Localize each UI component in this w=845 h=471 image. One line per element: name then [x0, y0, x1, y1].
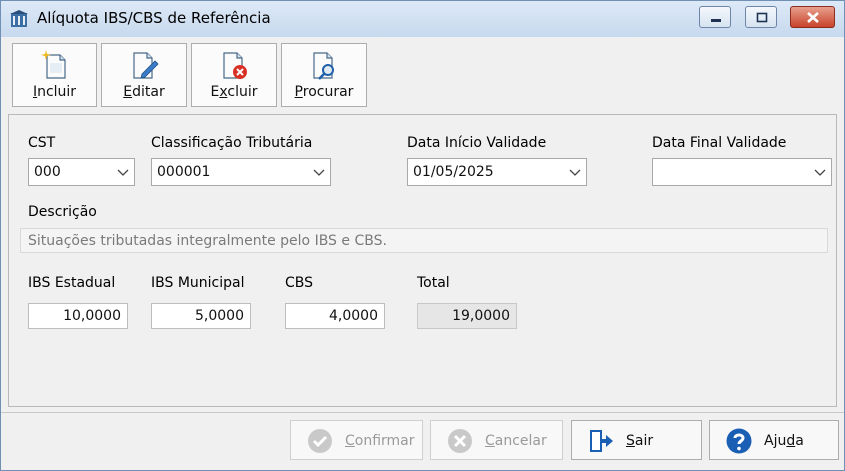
data-inicio-label: Data Início Validade [407, 135, 547, 151]
total-field: 19,0000 [417, 303, 517, 329]
data-inicio-picker[interactable]: 01/05/2025 [407, 158, 587, 186]
classificacao-label: Classificação Tributária [151, 135, 313, 151]
sair-button[interactable]: Sair [571, 420, 702, 460]
incluir-button[interactable]: Incluir [12, 43, 97, 107]
chevron-down-icon [313, 169, 325, 176]
minimize-icon [711, 19, 721, 22]
cbs-input[interactable]: 4,0000 [285, 303, 385, 329]
excluir-button[interactable]: Excluir [191, 43, 277, 107]
cst-label: CST [28, 135, 56, 151]
cst-value: 000 [34, 164, 61, 180]
descricao-label: Descrição [28, 204, 97, 220]
editar-button[interactable]: Editar [101, 43, 187, 107]
classificacao-value: 000001 [157, 164, 211, 180]
procurar-label: Procurar [294, 84, 354, 100]
excluir-label: Excluir [210, 84, 258, 100]
editar-label: Editar [123, 84, 165, 100]
total-label: Total [417, 275, 450, 291]
cancelar-button[interactable]: Cancelar [430, 420, 563, 460]
cbs-value: 4,0000 [329, 308, 378, 324]
chevron-down-icon [814, 169, 826, 176]
footer-divider [1, 412, 844, 413]
ibs-municipal-value: 5,0000 [195, 308, 244, 324]
x-circle-icon [448, 429, 472, 453]
incluir-label: Incluir [32, 84, 77, 100]
ibs-municipal-input[interactable]: 5,0000 [151, 303, 251, 329]
sair-label: Sair [626, 433, 654, 449]
chevron-down-icon [569, 169, 581, 176]
data-inicio-value: 01/05/2025 [413, 164, 494, 180]
cancelar-label: Cancelar [485, 433, 547, 449]
descricao-value: Situações tributadas integralmente pelo … [28, 233, 387, 249]
exit-door-icon [590, 430, 613, 452]
data-final-label: Data Final Validade [652, 135, 787, 151]
ibs-estadual-value: 10,0000 [63, 308, 121, 324]
ibs-estadual-input[interactable]: 10,0000 [28, 303, 128, 329]
title-bar[interactable]: Alíquota IBS/CBS de Referência [1, 1, 844, 37]
close-icon [807, 12, 819, 23]
window-title: Alíquota IBS/CBS de Referência [37, 9, 271, 27]
cbs-label: CBS [285, 275, 314, 291]
total-value: 19,0000 [452, 308, 510, 324]
classificacao-select[interactable]: 000001 [151, 158, 331, 186]
data-final-picker[interactable] [652, 158, 832, 186]
dialog-window: Alíquota IBS/CBS de Referência Incluir E… [0, 0, 845, 471]
chevron-down-icon [117, 169, 129, 176]
ajuda-label: Ajuda [764, 433, 804, 449]
minimize-button[interactable] [699, 6, 731, 28]
check-circle-icon [308, 429, 332, 453]
close-button[interactable] [790, 6, 835, 28]
building-icon [10, 10, 28, 27]
toolbar: Incluir Editar Excluir Procurar [1, 37, 844, 113]
new-document-icon [40, 50, 66, 79]
edit-document-icon [133, 52, 159, 79]
delete-document-icon [223, 52, 247, 79]
confirmar-label: Confirmar [345, 433, 415, 449]
confirmar-button[interactable]: Confirmar [290, 420, 423, 460]
maximize-icon [756, 12, 768, 23]
ajuda-button[interactable]: Ajuda [709, 420, 839, 460]
descricao-field: Situações tributadas integralmente pelo … [20, 228, 828, 253]
cst-select[interactable]: 000 [28, 158, 135, 186]
ibs-estadual-label: IBS Estadual [28, 275, 116, 291]
ibs-municipal-label: IBS Municipal [151, 275, 245, 291]
help-circle-icon [726, 428, 752, 454]
procurar-button[interactable]: Procurar [281, 43, 367, 107]
search-document-icon [313, 52, 334, 80]
maximize-button[interactable] [745, 6, 777, 28]
